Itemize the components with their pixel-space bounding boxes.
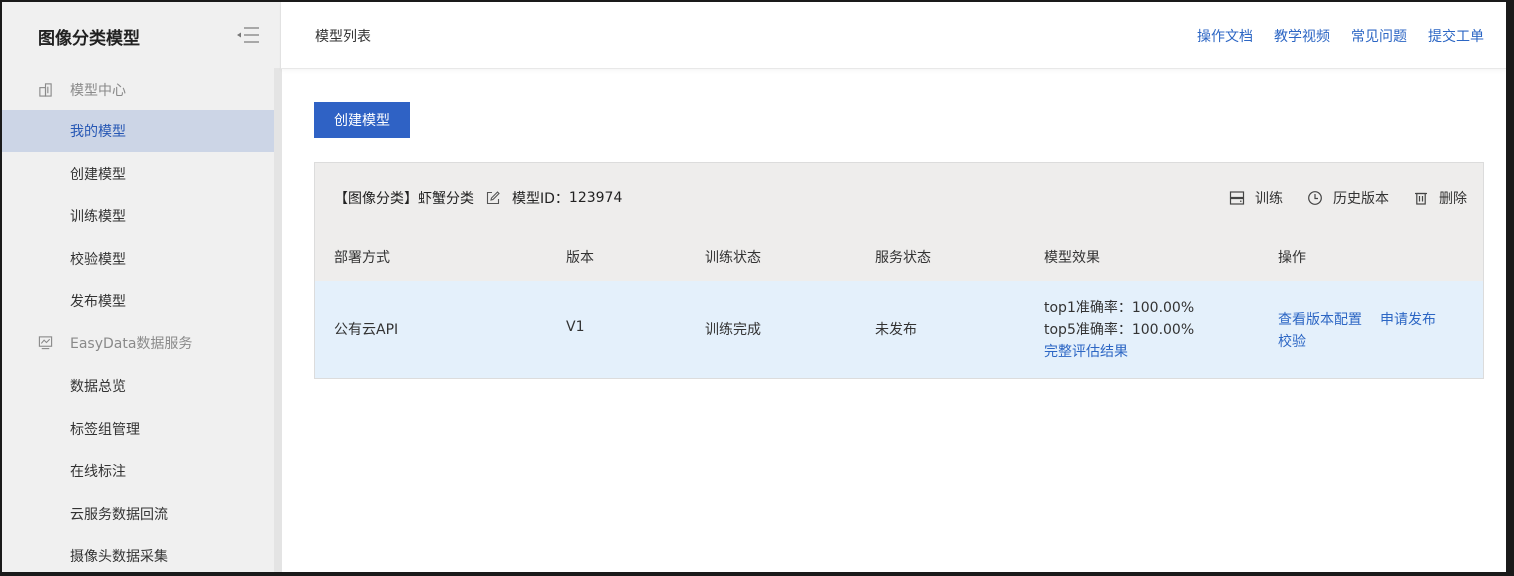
history-versions-action[interactable]: 历史版本 (1307, 188, 1389, 208)
service-status-cell: 未发布 (875, 322, 917, 338)
sidebar-item-publish-model[interactable]: 发布模型 (2, 280, 274, 322)
model-card-header: 【图像分类】虾蟹分类 模型ID： 123974 训练 历史版本 删除 (315, 163, 1483, 232)
submit-ticket-link[interactable]: 提交工单 (1428, 26, 1484, 46)
train-status-cell: 训练完成 (705, 322, 761, 338)
train-action-label: 训练 (1255, 191, 1283, 207)
nav-group-easydata[interactable]: EasyData数据服务 (2, 323, 274, 363)
data-chart-icon (38, 336, 53, 350)
collapse-sidebar-icon[interactable] (236, 26, 260, 44)
nav-group-model-center[interactable]: 模型中心 (2, 70, 274, 110)
column-header: 部署方式 (334, 250, 390, 266)
app-title: 图像分类模型 (38, 29, 140, 49)
clock-icon (1308, 191, 1322, 205)
sidebar-item-label: 发布模型 (70, 294, 126, 310)
column-header: 服务状态 (875, 250, 931, 266)
sidebar: 模型中心 我的模型 创建模型 训练模型 校验模型 发布模型 EasyData数据… (2, 2, 274, 572)
sidebar-header: 图像分类模型 (2, 2, 281, 68)
sidebar-item-label: 训练模型 (70, 209, 126, 225)
top-bar: 模型列表 操作文档 教学视频 常见问题 提交工单 (281, 2, 1506, 69)
deploy-method-cell: 公有云API (334, 322, 399, 338)
model-id-value: 123974 (568, 190, 623, 206)
delete-action[interactable]: 删除 (1413, 188, 1467, 208)
sidebar-item-create-model[interactable]: 创建模型 (2, 153, 274, 195)
sidebar-item-camera-data-collection[interactable]: 摄像头数据采集 (2, 535, 274, 572)
sidebar-item-label: 创建模型 (70, 167, 126, 183)
model-card: 【图像分类】虾蟹分类 模型ID： 123974 训练 历史版本 删除 部署方式 … (314, 162, 1484, 379)
top1-accuracy: top1准确率：100.00% (1044, 300, 1195, 316)
nav-group-label: 模型中心 (70, 83, 126, 99)
sidebar-item-label: 我的模型 (70, 124, 126, 140)
edit-icon[interactable] (486, 191, 500, 205)
app-window: 模型中心 我的模型 创建模型 训练模型 校验模型 发布模型 EasyData数据… (2, 2, 1506, 572)
view-version-config-link[interactable]: 查看版本配置 (1278, 312, 1362, 328)
validate-link[interactable]: 校验 (1278, 334, 1306, 350)
model-title-group: 【图像分类】虾蟹分类 模型ID： 123974 (334, 188, 622, 208)
sidebar-item-validate-model[interactable]: 校验模型 (2, 238, 274, 280)
train-action[interactable]: 训练 (1229, 188, 1283, 208)
delete-action-label: 删除 (1439, 191, 1467, 207)
server-icon (1229, 191, 1245, 205)
sidebar-scrollbar[interactable] (274, 68, 282, 572)
apply-publish-link[interactable]: 申请发布 (1380, 312, 1436, 328)
column-header: 模型效果 (1044, 250, 1100, 266)
column-header: 训练状态 (705, 250, 761, 266)
sidebar-item-label: 校验模型 (70, 252, 126, 268)
building-icon (39, 83, 52, 97)
sidebar-item-label: 云服务数据回流 (70, 507, 168, 523)
breadcrumb: 模型列表 (315, 29, 371, 45)
column-header: 操作 (1278, 250, 1306, 266)
table-row: 公有云API V1 训练完成 未发布 top1准确率：100.00% top5准… (315, 281, 1483, 378)
sidebar-item-data-overview[interactable]: 数据总览 (2, 365, 274, 407)
model-actions: 训练 历史版本 删除 (1229, 188, 1467, 208)
sidebar-item-label: 摄像头数据采集 (70, 549, 168, 565)
docs-link[interactable]: 操作文档 (1197, 26, 1253, 46)
full-evaluation-link[interactable]: 完整评估结果 (1044, 341, 1194, 363)
trash-icon (1415, 192, 1427, 205)
column-header: 版本 (566, 250, 594, 266)
sidebar-item-cloud-data-backflow[interactable]: 云服务数据回流 (2, 493, 274, 535)
version-cell: V1 (566, 319, 585, 335)
nav-group-label: EasyData数据服务 (70, 336, 193, 352)
create-model-button[interactable]: 创建模型 (314, 102, 410, 138)
sidebar-item-label-groups[interactable]: 标签组管理 (2, 408, 274, 450)
model-id-label: 模型ID： (512, 191, 569, 207)
header-links: 操作文档 教学视频 常见问题 提交工单 (1197, 26, 1484, 46)
sidebar-item-my-models[interactable]: 我的模型 (2, 110, 274, 152)
table-header: 部署方式 版本 训练状态 服务状态 模型效果 操作 (315, 231, 1483, 282)
model-title: 【图像分类】虾蟹分类 (334, 191, 474, 207)
operations-cell: 查看版本配置 申请发布 校验 (1278, 309, 1436, 353)
sidebar-item-label: 在线标注 (70, 464, 126, 480)
model-metrics-cell: top1准确率：100.00% top5准确率：100.00% 完整评估结果 (1044, 297, 1194, 363)
history-versions-label: 历史版本 (1333, 191, 1389, 207)
top5-accuracy: top5准确率：100.00% (1044, 322, 1195, 338)
sidebar-item-online-labeling[interactable]: 在线标注 (2, 450, 274, 492)
tutorial-video-link[interactable]: 教学视频 (1274, 26, 1330, 46)
faq-link[interactable]: 常见问题 (1351, 26, 1407, 46)
sidebar-item-train-model[interactable]: 训练模型 (2, 195, 274, 237)
sidebar-item-label: 数据总览 (70, 379, 126, 395)
sidebar-item-label: 标签组管理 (70, 422, 140, 438)
